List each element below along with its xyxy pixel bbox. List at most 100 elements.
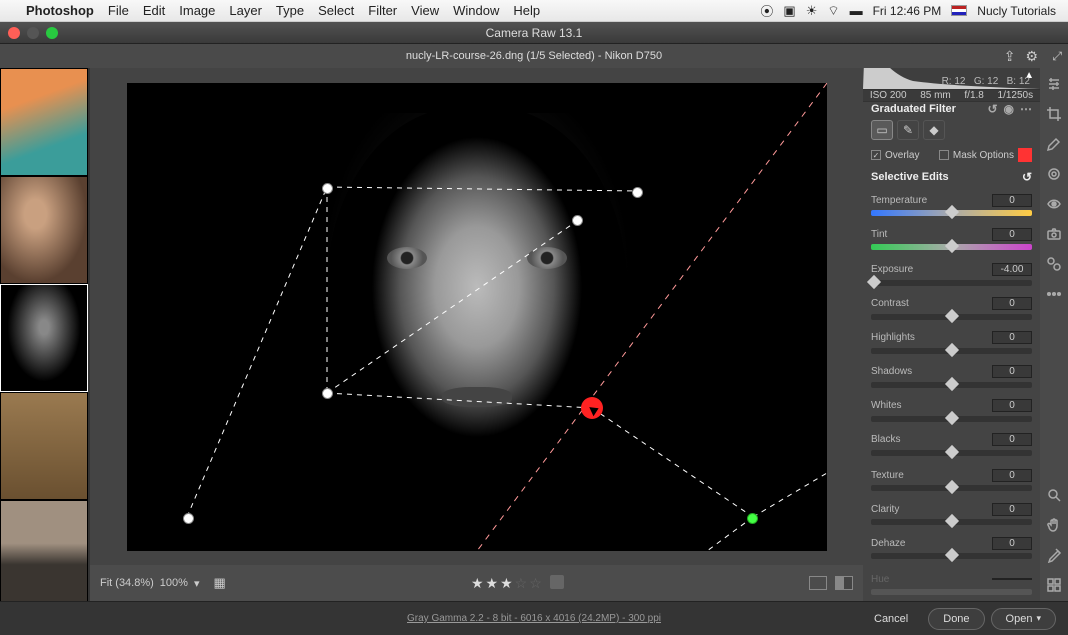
eraser-tool-icon[interactable]: ◆ bbox=[923, 120, 945, 140]
graduated-pin[interactable] bbox=[322, 388, 333, 399]
image-canvas[interactable] bbox=[127, 83, 827, 551]
crop-icon[interactable] bbox=[1044, 104, 1064, 124]
overlay-label: Overlay bbox=[885, 150, 919, 161]
presets-icon[interactable] bbox=[1044, 254, 1064, 274]
hand-icon[interactable] bbox=[1044, 515, 1064, 535]
maximize-window-icon[interactable] bbox=[46, 27, 58, 39]
menu-layer[interactable]: Layer bbox=[229, 3, 262, 18]
star-icon[interactable]: ★ bbox=[500, 575, 513, 592]
open-button[interactable]: Open bbox=[991, 608, 1056, 630]
maskoptions-label: Mask Options bbox=[953, 150, 1014, 161]
edit-sliders-icon[interactable] bbox=[1044, 74, 1064, 94]
settings-gear-icon[interactable]: ⚙ bbox=[1025, 48, 1038, 65]
graduated-pin[interactable] bbox=[572, 215, 583, 226]
menubar-user[interactable]: Nucly Tutorials bbox=[977, 4, 1056, 18]
more-icon[interactable] bbox=[1044, 284, 1064, 304]
slider-exposure[interactable]: Exposure-4.00 bbox=[863, 258, 1040, 292]
thumbnail-1[interactable] bbox=[0, 68, 88, 176]
redeye-icon[interactable] bbox=[1044, 194, 1064, 214]
thumbnail-4[interactable] bbox=[0, 392, 88, 500]
maskoptions-checkbox[interactable] bbox=[939, 150, 949, 160]
filename-label: nucly-LR-course-26.dng (1/5 Selected) - … bbox=[406, 50, 662, 62]
battery-icon[interactable]: ▬ bbox=[850, 3, 863, 18]
screenrec-icon[interactable]: ⦿ bbox=[760, 1, 773, 20]
graduated-pin-active[interactable] bbox=[747, 513, 758, 524]
menubar-time[interactable]: Fri 12:46 PM bbox=[873, 4, 942, 18]
slider-blacks[interactable]: Blacks0 bbox=[863, 428, 1040, 462]
zoom-100-label[interactable]: 100% bbox=[160, 577, 188, 589]
close-window-icon[interactable] bbox=[8, 27, 20, 39]
slider-dehaze[interactable]: Dehaze0 bbox=[863, 531, 1040, 565]
exif-shutter: 1/1250s bbox=[998, 90, 1034, 101]
menu-image[interactable]: Image bbox=[179, 3, 215, 18]
view-single-icon[interactable] bbox=[809, 576, 827, 590]
graduated-pin[interactable] bbox=[183, 513, 194, 524]
panel-menu-icon[interactable]: ⋯ bbox=[1020, 102, 1032, 116]
heal-icon[interactable] bbox=[1044, 134, 1064, 154]
overlay-checkbox[interactable]: ✓ bbox=[871, 150, 881, 160]
graduated-tool-icon[interactable]: ▭ bbox=[871, 120, 893, 140]
mask-color-swatch[interactable] bbox=[1018, 148, 1032, 162]
clear-rating-icon[interactable] bbox=[550, 575, 564, 589]
thumbnail-2[interactable] bbox=[0, 176, 88, 284]
menu-type[interactable]: Type bbox=[276, 3, 304, 18]
flag-icon[interactable] bbox=[951, 5, 967, 16]
menu-filter[interactable]: Filter bbox=[368, 3, 397, 18]
image-info-link[interactable]: Gray Gamma 2.2 - 8 bit - 6016 x 4016 (24… bbox=[407, 613, 661, 624]
right-toolstrip bbox=[1040, 68, 1068, 601]
wifi-icon[interactable]: ⌔ bbox=[827, 3, 839, 19]
menu-view[interactable]: View bbox=[411, 3, 439, 18]
exif-iso: ISO 200 bbox=[870, 90, 907, 101]
menu-select[interactable]: Select bbox=[318, 3, 354, 18]
thumbnail-5[interactable] bbox=[0, 500, 88, 601]
filmstrip bbox=[0, 68, 90, 601]
app-name[interactable]: Photoshop bbox=[26, 3, 94, 18]
slider-highlights[interactable]: Highlights0 bbox=[863, 326, 1040, 360]
star-icon[interactable]: ☆ bbox=[515, 575, 528, 592]
cloud-icon[interactable]: ☀ bbox=[806, 3, 818, 19]
local-adjust-icon[interactable] bbox=[1044, 164, 1064, 184]
cancel-button[interactable]: Cancel bbox=[860, 609, 922, 629]
graduated-pin[interactable] bbox=[632, 187, 643, 198]
slider-contrast[interactable]: Contrast0 bbox=[863, 292, 1040, 326]
grid-toggle-icon[interactable]: ▦ bbox=[213, 575, 225, 591]
star-icon[interactable]: ★ bbox=[471, 575, 484, 592]
selective-reset-icon[interactable]: ↺ bbox=[1022, 170, 1032, 184]
histogram[interactable]: ▲ ▲ R: 12 G: 12 B: 12 bbox=[863, 68, 1040, 90]
brush-tool-icon[interactable]: ✎ bbox=[897, 120, 919, 140]
star-icon[interactable]: ☆ bbox=[529, 575, 542, 592]
slider-texture[interactable]: Texture0 bbox=[863, 463, 1040, 497]
slider-hue: Hue bbox=[863, 567, 1040, 601]
zoom-dropdown-icon[interactable]: ▾ bbox=[194, 577, 200, 590]
slider-tint[interactable]: Tint0 bbox=[863, 222, 1040, 256]
star-icon[interactable]: ★ bbox=[486, 575, 499, 592]
grid-view-icon[interactable] bbox=[1044, 575, 1064, 595]
minimize-window-icon[interactable] bbox=[27, 27, 39, 39]
thumbnail-3-selected[interactable] bbox=[0, 284, 88, 392]
done-button[interactable]: Done bbox=[928, 608, 984, 630]
macos-menubar: Photoshop File Edit Image Layer Type Sel… bbox=[0, 0, 1068, 22]
slider-shadows[interactable]: Shadows0 bbox=[863, 360, 1040, 394]
reset-icon[interactable]: ↺ bbox=[987, 102, 997, 116]
slider-clarity[interactable]: Clarity0 bbox=[863, 497, 1040, 531]
rating-stars[interactable]: ★ ★ ★ ☆ ☆ bbox=[471, 575, 564, 592]
zoom-icon[interactable] bbox=[1044, 485, 1064, 505]
share-icon[interactable]: ⇪ bbox=[1004, 48, 1016, 65]
zoom-fit-label[interactable]: Fit (34.8%) bbox=[100, 577, 154, 589]
slider-temperature[interactable]: Temperature0 bbox=[863, 188, 1040, 222]
view-compare-icon[interactable] bbox=[835, 576, 853, 590]
graduated-pin[interactable] bbox=[322, 183, 333, 194]
cc-icon[interactable]: ▣ bbox=[783, 3, 795, 19]
snapshot-icon[interactable] bbox=[1044, 224, 1064, 244]
window-titlebar: Camera Raw 13.1 bbox=[0, 22, 1068, 44]
preview-eye-icon[interactable]: ◉ bbox=[1004, 102, 1014, 116]
color-sampler-icon[interactable] bbox=[1044, 545, 1064, 565]
fullscreen-icon[interactable]: ⤢ bbox=[1052, 49, 1062, 64]
menu-help[interactable]: Help bbox=[513, 3, 540, 18]
window-title: Camera Raw 13.1 bbox=[486, 26, 583, 40]
menu-file[interactable]: File bbox=[108, 3, 129, 18]
menu-edit[interactable]: Edit bbox=[143, 3, 165, 18]
canvas-area[interactable] bbox=[90, 68, 863, 565]
slider-whites[interactable]: Whites0 bbox=[863, 394, 1040, 428]
menu-window[interactable]: Window bbox=[453, 3, 499, 18]
